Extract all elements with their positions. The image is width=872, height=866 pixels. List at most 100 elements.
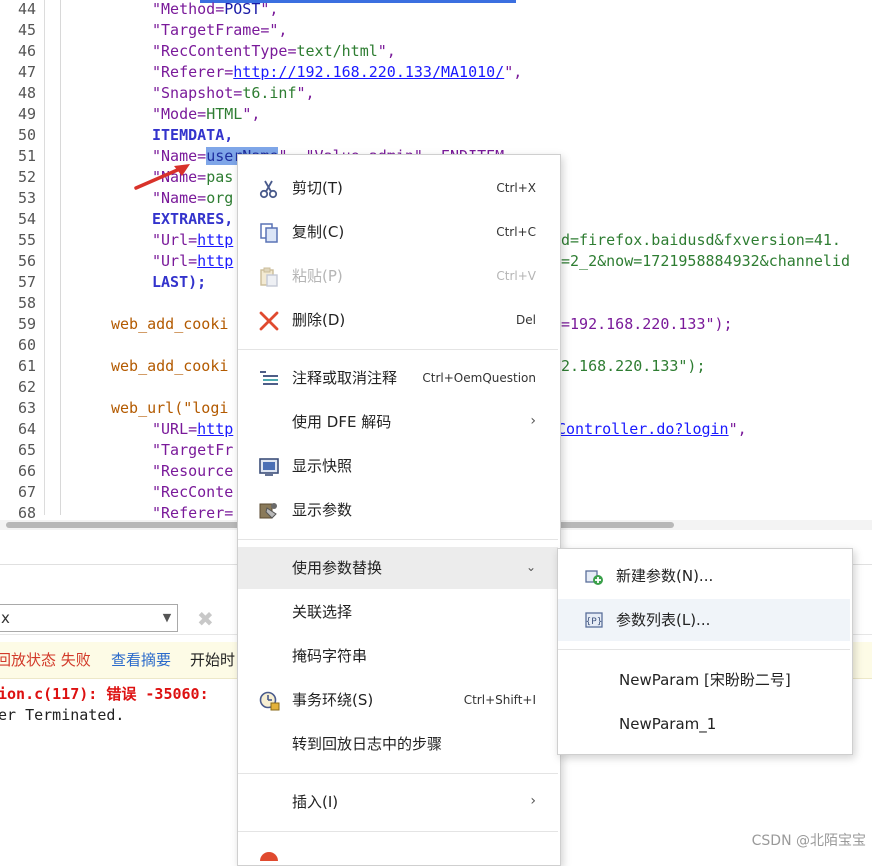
code-line: "Resource — [152, 462, 234, 480]
code-token: HTML — [206, 105, 243, 123]
submenu-item-parameter-list[interactable]: {P} 参数列表(L)... — [558, 599, 850, 641]
menu-item-label: 注释或取消注释 — [292, 369, 398, 387]
view-summary-link[interactable]: 查看摘要 — [111, 650, 171, 670]
menu-item-dfe-decode[interactable]: 使用 DFE 解码 › — [238, 401, 558, 443]
code-line: "Referer=http://192.168.220.133/MA1010/"… — [152, 62, 522, 83]
menu-item-label: 关联选择 — [292, 603, 353, 621]
code-line: "Method=POST", — [152, 0, 278, 20]
context-menu: 剪切(T) Ctrl+X 复制(C) Ctrl+C 粘贴(P) Ctrl+V 删… — [237, 154, 561, 866]
code-line: "Snapshot=t6.inf", — [152, 83, 315, 104]
code-line: web_url("logi — [111, 399, 229, 417]
code-token: "Method= — [152, 0, 225, 18]
submenu-item-new-parameter[interactable]: 新建参数(N)... — [558, 555, 850, 597]
code-link[interactable]: Controller.do?login — [557, 420, 729, 438]
code-token: "Referer= — [152, 63, 234, 81]
code-token: "Mode= — [152, 105, 207, 123]
start-time-label: 开始时 — [190, 651, 236, 669]
menu-item-label: 插入(I) — [292, 793, 339, 811]
filter-dropdown[interactable]: x — [0, 604, 178, 632]
menu-item-label: 使用参数替换 — [292, 559, 383, 577]
code-token: =192.168.220.133"); — [561, 315, 733, 333]
paste-icon — [260, 267, 278, 287]
code-line-tail: Controller.do?login", — [557, 419, 747, 440]
line-number: 62 — [17, 378, 36, 396]
submenu-item-newparam-1[interactable]: NewParam_1 — [558, 703, 850, 745]
code-token: text/html — [296, 42, 378, 60]
submenu-item-newparam[interactable]: NewParam [宋盼盼二号] — [558, 659, 850, 701]
line-number: 55 — [17, 231, 36, 249]
code-token: ", — [242, 105, 261, 123]
code-line: ITEMDATA, — [152, 126, 234, 144]
code-line-tail: 2.168.220.133"); — [561, 356, 706, 377]
code-line: "Url=http — [152, 230, 233, 251]
menu-item-insert[interactable]: 插入(I) › — [238, 781, 558, 823]
code-token: ", — [296, 84, 315, 102]
code-token: pas — [206, 168, 234, 186]
menu-item-shortcut: Ctrl+Shift+I — [463, 693, 536, 707]
chevron-down-icon: ⌄ — [525, 560, 536, 574]
code-token: ", — [260, 0, 279, 18]
code-line: "TargetFr — [152, 441, 234, 459]
menu-item-paste[interactable]: 粘贴(P) Ctrl+V — [238, 255, 558, 297]
partial-icon — [260, 852, 278, 861]
parameters-icon — [259, 503, 277, 519]
line-number: 49 — [17, 105, 36, 123]
code-token: t6.inf — [242, 84, 297, 102]
line-number: 52 — [17, 168, 36, 186]
code-token: 2.168.220.133"); — [561, 357, 706, 375]
menu-item-correlate-selection[interactable]: 关联选择 — [238, 591, 558, 633]
line-number: 60 — [17, 336, 36, 354]
submenu-item-label: 新建参数(N)... — [616, 567, 714, 585]
menu-item-label: 转到回放日志中的步骤 — [292, 735, 443, 753]
menu-item-label: 显示参数 — [292, 501, 353, 519]
chevron-right-icon: › — [530, 413, 536, 429]
menu-item-delete[interactable]: 删除(D) Del — [238, 299, 558, 341]
line-number: 53 — [17, 189, 36, 207]
code-link[interactable]: http://192.168.220.133/MA1010/ — [233, 63, 504, 81]
menu-item-surround-transaction[interactable]: 事务环绕(S) Ctrl+Shift+I — [238, 679, 558, 721]
menu-item-label: 掩码字符串 — [292, 647, 368, 665]
code-link[interactable]: http — [197, 252, 233, 270]
line-number: 65 — [17, 441, 36, 459]
code-line: LAST); — [152, 273, 207, 291]
menu-item-parameter-replace[interactable]: 使用参数替换 ⌄ — [238, 547, 558, 589]
line-number: 51 — [17, 147, 36, 165]
menu-separator — [238, 773, 558, 774]
code-line: "Url=http — [152, 251, 233, 272]
line-number: 50 — [17, 126, 36, 144]
menu-item-goto-replay-log[interactable]: 转到回放日志中的步骤 — [238, 723, 558, 765]
code-token: "Url= — [152, 231, 198, 249]
submenu-item-label: NewParam [宋盼盼二号] — [619, 671, 791, 689]
parameter-list-icon: {P} — [585, 612, 603, 628]
annotation-arrow-icon — [134, 164, 190, 190]
code-link[interactable]: http — [197, 420, 233, 438]
parameter-submenu: 新建参数(N)... {P} 参数列表(L)... NewParam [宋盼盼二… — [557, 548, 853, 755]
code-token: POST — [224, 0, 261, 18]
code-token: ", — [728, 420, 747, 438]
close-icon[interactable]: ✖ — [197, 606, 214, 632]
chevron-down-icon[interactable]: ▼ — [157, 604, 177, 632]
menu-item-mask-string[interactable]: 掩码字符串 — [238, 635, 558, 677]
code-token: "URL= — [152, 420, 198, 438]
menu-item-label: 显示快照 — [292, 457, 353, 475]
code-token: "RecContentType= — [152, 42, 297, 60]
menu-item-copy[interactable]: 复制(C) Ctrl+C — [238, 211, 558, 253]
menu-item-shortcut: Ctrl+OemQuestion — [422, 371, 536, 385]
line-number: 57 — [17, 273, 36, 291]
code-line: "RecContentType=text/html", — [152, 41, 396, 62]
line-number: 59 — [17, 315, 36, 333]
menu-item-cut[interactable]: 剪切(T) Ctrl+X — [238, 167, 558, 209]
menu-item-show-parameters[interactable]: 显示参数 — [238, 489, 558, 531]
submenu-item-label: 参数列表(L)... — [616, 611, 711, 629]
line-number: 63 — [17, 399, 36, 417]
line-number: 47 — [17, 63, 36, 81]
code-line: "URL=http — [152, 419, 233, 440]
code-token: ", — [377, 42, 396, 60]
code-link[interactable]: http — [197, 231, 233, 249]
code-token: "Snapshot= — [152, 84, 243, 102]
menu-item-label: 事务环绕(S) — [292, 691, 374, 709]
menu-item-toggle-comment[interactable]: 注释或取消注释 Ctrl+OemQuestion — [238, 357, 558, 399]
menu-item-label: 复制(C) — [292, 223, 345, 241]
menu-item-show-snapshot[interactable]: 显示快照 — [238, 445, 558, 487]
scissors-icon — [259, 180, 278, 199]
